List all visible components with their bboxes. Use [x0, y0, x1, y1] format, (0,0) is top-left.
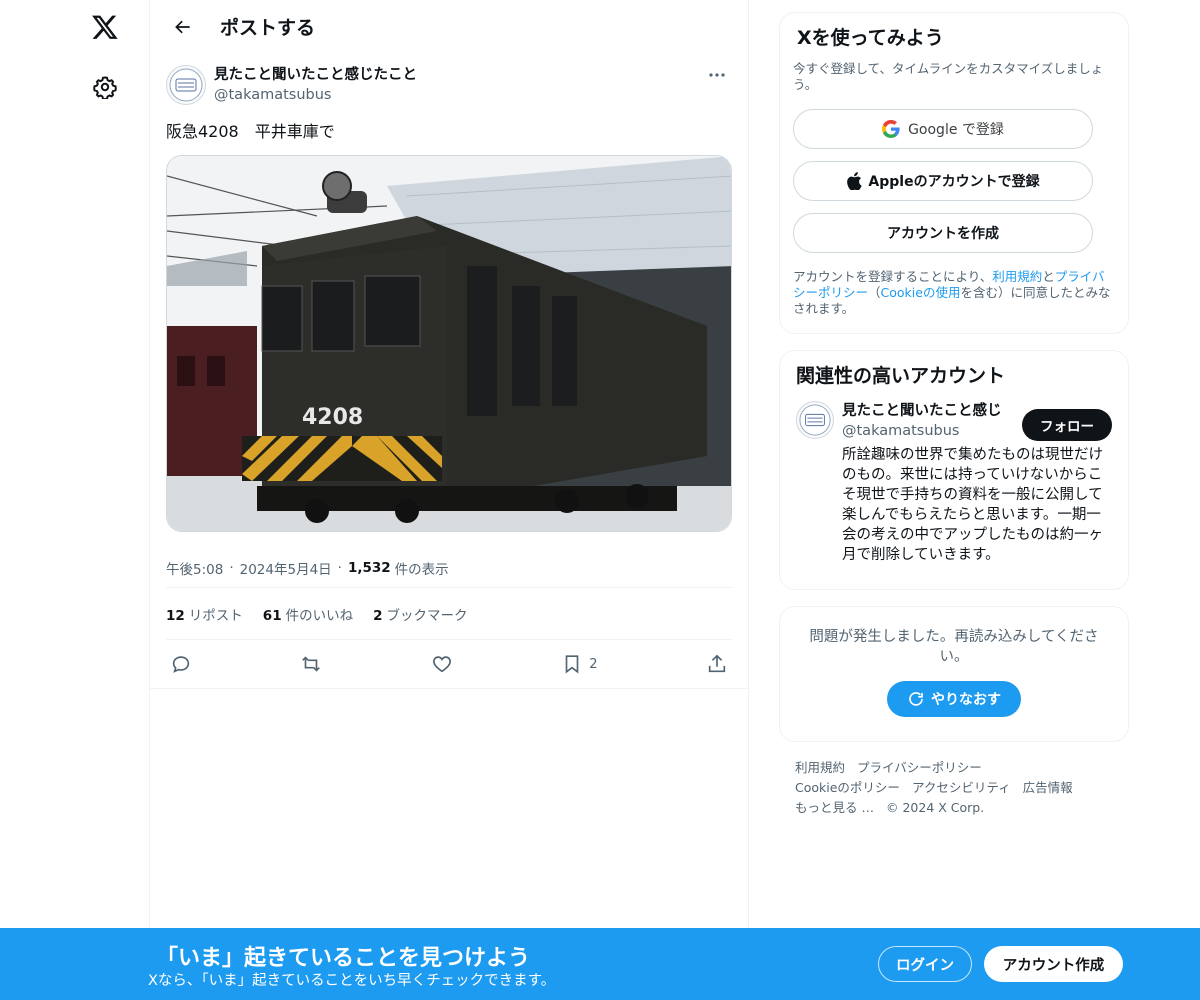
right-sidebar: Xを使ってみよう 今すぐ登録して、タイムラインをカスタマイズしましょう。 Goo… — [779, 12, 1129, 818]
cookie-link[interactable]: Cookieの使用 — [881, 285, 961, 300]
post-date[interactable]: 2024年5月4日 — [240, 558, 332, 578]
apple-signup-button[interactable]: Appleのアカウントで登録 — [793, 161, 1093, 201]
likes-stat[interactable]: 61 件のいいね — [263, 604, 353, 624]
more-options-button[interactable] — [702, 65, 732, 85]
post-text: 阪急4208 平井車庫で — [166, 122, 335, 141]
refresh-icon — [909, 692, 923, 706]
related-bio: 所詮趣味の世界で集めたものは現世だけのもの。来世には持っていけないからこそ現世で… — [842, 447, 1103, 563]
page-header: ポストする — [150, 0, 748, 53]
bookmark-count: 2 — [589, 656, 598, 672]
google-icon — [882, 120, 900, 138]
post-meta: 午後5:08 · 2024年5月4日 · 1,532 件の表示 — [166, 548, 732, 588]
footer-links: 利用規約 プライバシーポリシー Cookieのポリシー アクセシビリティ 広告情報 も… — [779, 758, 1129, 818]
footer-link-accessibility[interactable]: アクセシビリティ — [912, 780, 1011, 795]
main-column: ポストする 見たこと聞いたこと感じたこと @takamatsubus 阪急420… — [149, 0, 749, 1000]
heart-icon — [432, 656, 451, 673]
banner-subtitle: Xなら、「いま」起きていることをいち早くチェックできます。 — [148, 973, 556, 989]
post-stats: 12 リポスト 61 件のいいね 2 ブックマーク — [166, 588, 732, 640]
page-title: ポストする — [220, 17, 316, 39]
login-banner: 「いま」起きていることを見つけよう Xなら、「いま」起きていることをいち早くチェ… — [0, 928, 1200, 1000]
like-button[interactable] — [431, 653, 453, 675]
related-title: 関連性の高いアカウント — [796, 365, 1006, 387]
views-count: 1,532 — [347, 559, 391, 576]
post-author: 見たこと聞いたこと感じたこと @takamatsubus — [166, 65, 732, 105]
avatar[interactable] — [166, 65, 206, 105]
repost-button[interactable] — [300, 653, 322, 675]
post-time[interactable]: 午後5:08 — [166, 558, 223, 578]
signup-title: Xを使ってみよう — [797, 27, 944, 49]
follow-button[interactable]: フォロー — [1022, 409, 1112, 441]
footer-link-privacy[interactable]: プライバシーポリシー — [857, 760, 982, 775]
back-button[interactable] — [166, 10, 200, 44]
post-image[interactable]: 4208 — [166, 155, 732, 532]
footer-link-ads[interactable]: 広告情報 — [1023, 780, 1073, 795]
error-message: 問題が発生しました。再読み込みしてください。 — [809, 629, 1099, 665]
post: 見たこと聞いたこと感じたこと @takamatsubus 阪急4208 平井車庫… — [150, 53, 748, 689]
share-icon — [708, 654, 726, 673]
bookmarks-stat[interactable]: 2 ブックマーク — [373, 604, 467, 624]
arrow-left-icon — [175, 20, 190, 33]
error-card: 問題が発生しました。再読み込みしてください。 やりなおす — [779, 606, 1129, 742]
left-nav — [0, 0, 150, 1000]
signup-terms: アカウントを登録することにより、利用規約とプライバシーポリシー（Cookieの使… — [793, 269, 1111, 316]
avatar[interactable] — [796, 401, 834, 439]
bookmark-icon — [565, 655, 579, 674]
footer-copyright: © 2024 X Corp. — [885, 800, 985, 815]
views-label: 件の表示 — [394, 561, 449, 578]
related-accounts-card: 関連性の高いアカウント 見たこと聞いたこと感じ @takamatsubus 所詮… — [779, 350, 1129, 590]
banner-title: 「いま」起きていることを見つけよう — [156, 946, 531, 971]
repost-icon — [302, 656, 321, 672]
reply-icon — [172, 656, 190, 673]
gear-icon[interactable] — [84, 66, 126, 108]
signup-button[interactable]: アカウント作成 — [984, 946, 1123, 982]
signup-subtitle: 今すぐ登録して、タイムラインをカスタマイズしましょう。 — [793, 61, 1104, 92]
terms-link[interactable]: 利用規約 — [992, 269, 1042, 284]
google-signup-button[interactable]: Google で登録 — [793, 109, 1093, 149]
footer-link-terms[interactable]: 利用規約 — [795, 760, 845, 775]
signup-card: Xを使ってみよう 今すぐ登録して、タイムラインをカスタマイズしましょう。 Goo… — [779, 12, 1129, 334]
login-button[interactable]: ログイン — [878, 946, 972, 982]
share-button[interactable] — [706, 653, 728, 675]
locomotive-number: 4208 — [302, 405, 363, 430]
post-actions: 2 — [166, 640, 732, 688]
x-logo-icon[interactable] — [84, 6, 126, 48]
create-account-button[interactable]: アカウントを作成 — [793, 213, 1093, 253]
bookmark-button[interactable]: 2 — [561, 653, 598, 675]
footer-link-cookie[interactable]: Cookieのポリシー — [795, 780, 900, 795]
reposts-stat[interactable]: 12 リポスト — [166, 604, 243, 624]
related-account[interactable]: 見たこと聞いたこと感じ @takamatsubus 所詮趣味の世界で集めたものは… — [796, 401, 1112, 565]
author-name[interactable]: 見たこと聞いたこと感じたこと — [214, 65, 417, 85]
retry-button[interactable]: やりなおす — [887, 681, 1021, 717]
author-handle[interactable]: @takamatsubus — [214, 85, 417, 105]
footer-link-more[interactable]: もっと見る … — [795, 800, 874, 815]
reply-button[interactable] — [170, 653, 192, 675]
apple-icon — [847, 172, 863, 190]
more-icon — [709, 73, 725, 77]
